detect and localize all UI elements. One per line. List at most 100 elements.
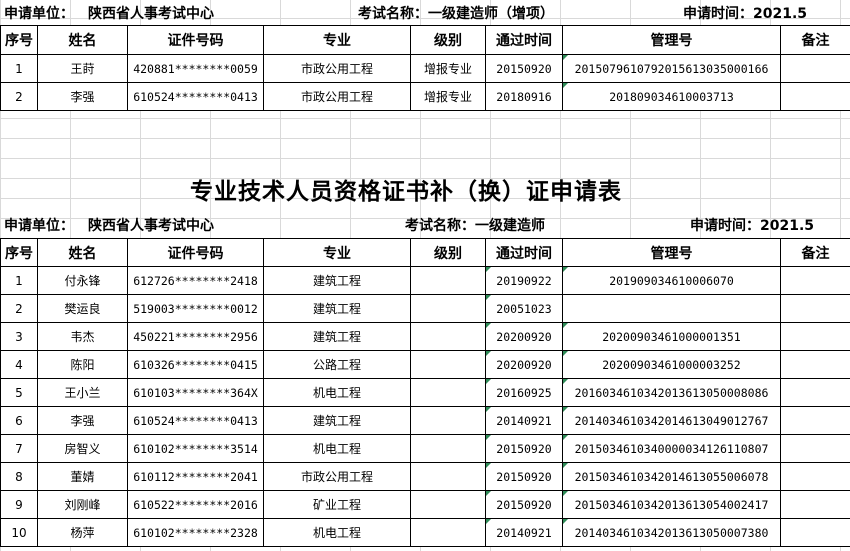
cell-name: 刘刚峰 [37, 490, 128, 519]
cell-level [410, 490, 486, 519]
cell-mgmt: 2015079610792015613035000166 [562, 54, 781, 83]
cell-no: 1 [0, 266, 38, 295]
col-header-major: 专业 [263, 238, 411, 267]
cell-no: 8 [0, 462, 38, 491]
cell-name: 李强 [37, 82, 128, 111]
table-row: 7 房智义 610102********3514 机电工程 20150920 2… [0, 434, 850, 463]
cell-note [780, 490, 850, 519]
bottom-header-row: 序号 姓名 证件号码 专业 级别 通过时间 管理号 备注 [0, 238, 850, 267]
cell-note [780, 350, 850, 379]
cell-level [410, 350, 486, 379]
col-header-name: 姓名 [37, 25, 128, 55]
cell-date: 20150920 [485, 462, 563, 491]
cell-level [410, 378, 486, 407]
cell-no: 9 [0, 490, 38, 519]
cell-mgmt [562, 294, 781, 323]
cell-mgmt: 20200903461000003252 [562, 350, 781, 379]
cell-level [410, 406, 486, 435]
cell-note [780, 294, 850, 323]
table-row: 5 王小兰 610103********364X 机电工程 20160925 2… [0, 378, 850, 407]
cell-note [780, 82, 850, 111]
cell-level [410, 266, 486, 295]
col-header-level: 级别 [410, 238, 486, 267]
cell-no: 2 [0, 294, 38, 323]
cell-date: 20051023 [485, 294, 563, 323]
cell-level: 增报专业 [410, 54, 486, 83]
cell-id: 610524********0413 [127, 82, 264, 111]
cell-note [780, 54, 850, 83]
bottom-exam-value: 一级建造师 [475, 218, 545, 234]
cell-date: 20150920 [485, 434, 563, 463]
cell-id: 420881********0059 [127, 54, 264, 83]
cell-date: 20150920 [485, 490, 563, 519]
top-time-label: 申请时间： [683, 6, 753, 22]
col-header-major: 专业 [263, 25, 411, 55]
cell-date: 20200920 [485, 350, 563, 379]
top-exam-header: 考试名称：一级建造师（增项） [358, 4, 554, 24]
cell-mgmt: 2015034610342014613055006078 [562, 462, 781, 491]
col-header-date: 通过时间 [485, 25, 563, 55]
cell-no: 7 [0, 434, 38, 463]
top-unit-header: 申请单位： 陕西省人事考试中心 [4, 4, 214, 24]
cell-date: 20140921 [485, 518, 563, 547]
cell-name: 王莳 [37, 54, 128, 83]
cell-note [780, 406, 850, 435]
top-unit-label: 申请单位： [4, 6, 74, 22]
cell-id: 610102********3514 [127, 434, 264, 463]
cell-no: 1 [0, 54, 38, 83]
cell-level [410, 462, 486, 491]
bottom-unit-header: 申请单位： 陕西省人事考试中心 [4, 216, 214, 236]
cell-note [780, 378, 850, 407]
cell-level [410, 294, 486, 323]
cell-major: 市政公用工程 [263, 462, 411, 491]
cell-id: 610522********2016 [127, 490, 264, 519]
bottom-unit-label: 申请单位： [4, 218, 74, 234]
cell-no: 10 [0, 518, 38, 547]
top-exam-label: 考试名称： [358, 6, 428, 22]
cell-id: 612726********2418 [127, 266, 264, 295]
bottom-exam-label: 考试名称： [405, 218, 475, 234]
cell-id: 610102********2328 [127, 518, 264, 547]
cell-no: 4 [0, 350, 38, 379]
table-row: 1 付永锋 612726********2418 建筑工程 20190922 2… [0, 266, 850, 295]
cell-mgmt: 20200903461000001351 [562, 322, 781, 351]
top-time-value: 2021.5 [753, 6, 808, 22]
cell-date: 20200920 [485, 322, 563, 351]
cell-major: 机电工程 [263, 518, 411, 547]
cell-mgmt: 201909034610006070 [562, 266, 781, 295]
col-header-id: 证件号码 [127, 238, 264, 267]
cell-major: 建筑工程 [263, 322, 411, 351]
cell-note [780, 322, 850, 351]
cell-mgmt: 2015034610340000034126110807 [562, 434, 781, 463]
table-row: 6 李强 610524********0413 建筑工程 20140921 20… [0, 406, 850, 435]
cell-id: 519003********0012 [127, 294, 264, 323]
cell-note [780, 266, 850, 295]
table-row: 9 刘刚峰 610522********2016 矿业工程 20150920 2… [0, 490, 850, 519]
cell-mgmt: 2015034610342013613054002417 [562, 490, 781, 519]
cell-date: 20150920 [485, 54, 563, 83]
top-time-header: 申请时间：2021.5 [683, 4, 807, 24]
bottom-time-label: 申请时间： [690, 218, 760, 234]
cell-level [410, 518, 486, 547]
bottom-table: 序号 姓名 证件号码 专业 级别 通过时间 管理号 备注 1 付永锋 61272… [0, 238, 850, 547]
bottom-time-header: 申请时间：2021.5 [690, 216, 814, 236]
bottom-time-value: 2021.5 [760, 218, 815, 234]
cell-no: 6 [0, 406, 38, 435]
cell-note [780, 518, 850, 547]
cell-major: 公路工程 [263, 350, 411, 379]
cell-date: 20190922 [485, 266, 563, 295]
col-header-level: 级别 [410, 25, 486, 55]
cell-major: 矿业工程 [263, 490, 411, 519]
cell-id: 610112********2041 [127, 462, 264, 491]
table-row: 3 韦杰 450221********2956 建筑工程 20200920 20… [0, 322, 850, 351]
cell-major: 市政公用工程 [263, 54, 411, 83]
cell-major: 机电工程 [263, 434, 411, 463]
cell-mgmt: 201809034610003713 [562, 82, 781, 111]
cell-name: 房智义 [37, 434, 128, 463]
col-header-mgmt: 管理号 [562, 238, 781, 267]
form-title: 专业技术人员资格证书补（换）证申请表 [190, 179, 622, 205]
cell-major: 建筑工程 [263, 294, 411, 323]
bottom-exam-header: 考试名称：一级建造师 [405, 216, 545, 236]
cell-date: 20140921 [485, 406, 563, 435]
cell-major: 机电工程 [263, 378, 411, 407]
